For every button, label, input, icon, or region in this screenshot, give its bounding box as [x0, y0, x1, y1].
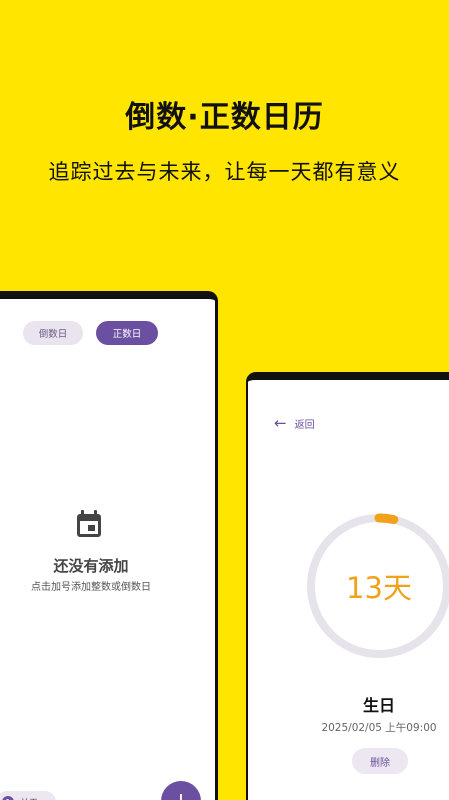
- delete-button[interactable]: 删除: [352, 748, 408, 774]
- detail-screen-device: ← 返回 13天 生日 2025/02/05 上午09:00 删除: [246, 372, 449, 800]
- tab-countup[interactable]: 正数日: [96, 321, 158, 345]
- about-button[interactable]: 1 关于: [0, 791, 56, 800]
- empty-state-title: 还没有添加: [53, 557, 129, 575]
- event-datetime: 2025/02/05 上午09:00: [321, 722, 437, 734]
- camera-notch: [181, 291, 211, 299]
- list-screen-device: 倒数日 正数日 还没有添加 点击加号添加整数或倒数日 1 关于 +: [0, 291, 218, 800]
- back-label: 返回: [294, 419, 315, 431]
- days-count: 13天: [346, 571, 412, 605]
- empty-state-subtitle: 点击加号添加整数或倒数日: [31, 582, 151, 593]
- promo-subheadline: 追踪过去与未来，让每一天都有意义: [48, 160, 401, 184]
- tab-countdown[interactable]: 倒数日: [23, 321, 83, 345]
- arrow-left-icon: ←: [274, 414, 287, 432]
- calendar-icon: [77, 510, 101, 537]
- about-label: 关于: [20, 796, 38, 800]
- promo-headline: 倒数·正数日历: [125, 100, 324, 135]
- add-event-button[interactable]: +: [161, 781, 201, 800]
- event-title: 生日: [362, 696, 395, 715]
- info-badge: 1: [2, 796, 14, 800]
- back-button[interactable]: ← 返回: [274, 414, 315, 432]
